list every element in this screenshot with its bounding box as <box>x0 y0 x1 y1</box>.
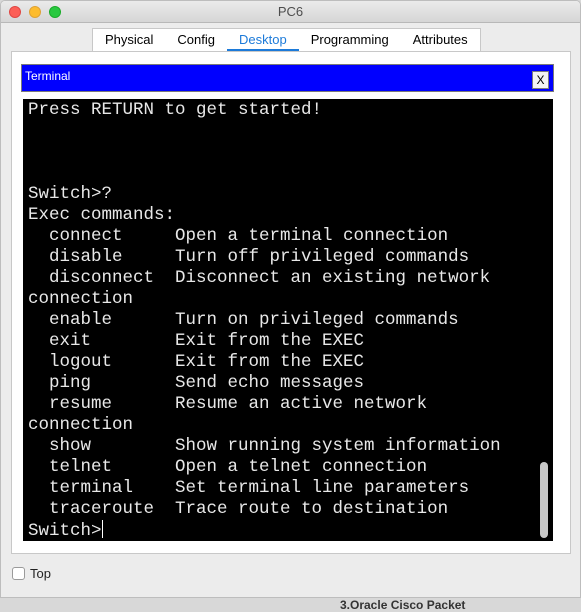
title-bar[interactable]: PC6 <box>1 1 580 23</box>
tab-programming[interactable]: Programming <box>299 29 401 51</box>
terminal-console[interactable]: Press RETURN to get started! Switch>? Ex… <box>23 99 553 541</box>
terminal-line: Exec commands: <box>28 205 176 225</box>
terminal-header: Terminal X <box>21 64 554 92</box>
tab-bar: Physical Config Desktop Programming Attr… <box>92 28 481 51</box>
terminal-prompt: Switch> <box>28 521 102 541</box>
terminal-scrollbar[interactable] <box>540 462 548 538</box>
terminal-line: resume Resume an active network <box>49 394 428 414</box>
tab-config[interactable]: Config <box>165 29 227 51</box>
terminal-line: telnet Open a telnet connection <box>49 457 428 477</box>
terminal-line: terminal Set terminal line parameters <box>49 478 470 498</box>
terminal-line: ping Send echo messages <box>49 373 365 393</box>
tab-physical[interactable]: Physical <box>93 29 165 51</box>
terminal-line: show Show running system information <box>49 436 501 456</box>
top-checkbox[interactable] <box>12 567 25 580</box>
terminal-line: enable Turn on privileged commands <box>49 310 459 330</box>
terminal-line: disable Turn off privileged commands <box>49 247 470 267</box>
terminal-line: Press RETURN to get started! <box>28 100 323 120</box>
top-checkbox-label: Top <box>30 566 51 581</box>
terminal-title: Terminal <box>25 69 71 83</box>
terminal-line: logout Exit from the EXEC <box>49 352 365 372</box>
text-cursor <box>101 520 103 538</box>
terminal-close-button[interactable]: X <box>532 71 549 89</box>
terminal-line: connection <box>28 289 134 309</box>
terminal-line: Switch>? <box>28 184 113 204</box>
background-window-text: 3.Oracle Cisco Packet <box>340 598 466 612</box>
terminal-line: traceroute Trace route to destination <box>49 499 449 519</box>
window-title: PC6 <box>277 4 304 19</box>
terminal-line: connect Open a terminal connection <box>49 226 449 246</box>
terminal-output-lines: Press RETURN to get started! Switch>? Ex… <box>28 100 501 519</box>
terminal-line: exit Exit from the EXEC <box>49 331 365 351</box>
tab-desktop[interactable]: Desktop <box>227 29 299 51</box>
terminal-line: disconnect Disconnect an existing networ… <box>49 268 491 288</box>
terminal-line: connection <box>28 415 134 435</box>
terminal-output: Press RETURN to get started! Switch>? Ex… <box>28 100 501 541</box>
tab-attributes[interactable]: Attributes <box>401 29 480 51</box>
pc6-window: PC6 Physical Config Desktop Programming … <box>0 0 581 598</box>
